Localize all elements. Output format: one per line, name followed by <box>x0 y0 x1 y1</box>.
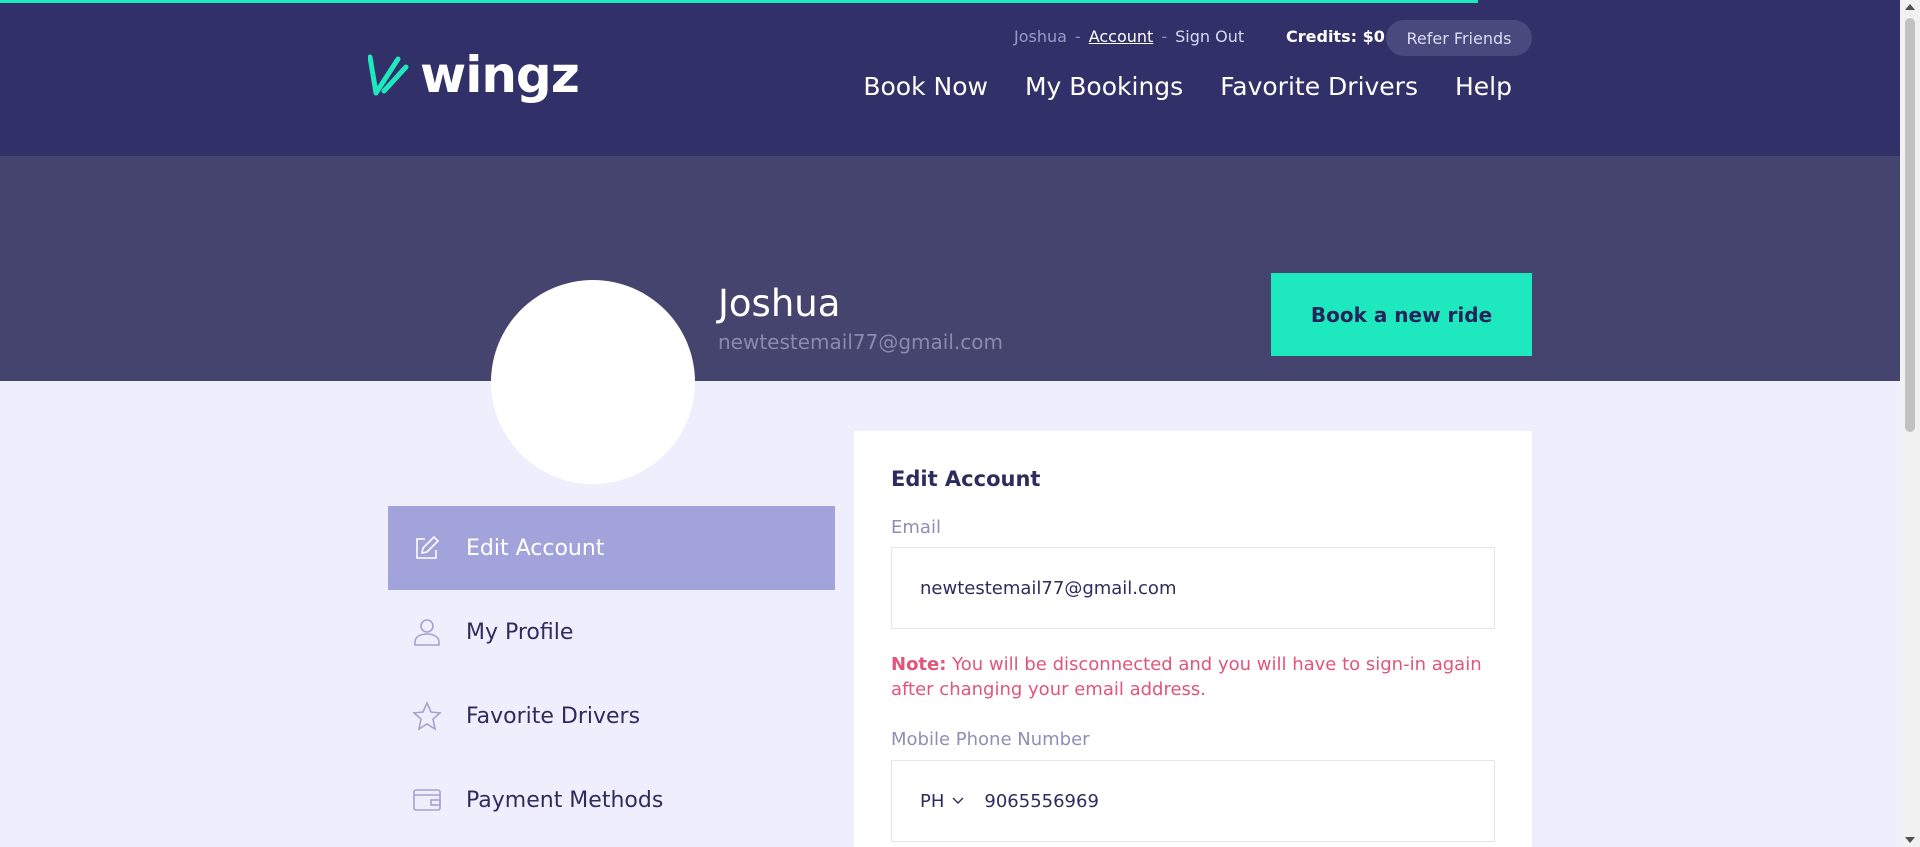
scroll-down-arrow-icon[interactable] <box>1905 837 1915 843</box>
edit-account-panel: Edit Account Email newtestemail77@gmail.… <box>854 431 1532 847</box>
account-side-menu: Edit Account My Profile Favorite Drivers… <box>388 506 835 842</box>
side-menu-label: My Profile <box>466 619 574 645</box>
wingz-logo[interactable]: wingz <box>368 46 580 104</box>
wingz-logo-icon <box>368 54 409 96</box>
email-field[interactable]: newtestemail77@gmail.com <box>891 547 1495 629</box>
account-link[interactable]: Account <box>1089 27 1154 46</box>
panel-title: Edit Account <box>891 467 1041 491</box>
country-code-select[interactable]: PH <box>920 791 964 812</box>
side-menu-favorite-drivers[interactable]: Favorite Drivers <box>388 674 835 758</box>
phone-field[interactable]: PH 9065556969 <box>891 760 1495 842</box>
email-label: Email <box>891 517 941 538</box>
scroll-up-arrow-icon[interactable] <box>1905 4 1915 10</box>
logo-wordmark: wingz <box>420 46 580 104</box>
book-new-ride-button[interactable]: Book a new ride <box>1271 273 1532 356</box>
scrollbar-thumb[interactable] <box>1905 18 1915 432</box>
user-icon <box>412 617 442 647</box>
wallet-icon <box>412 785 442 815</box>
profile-name: Joshua <box>718 282 841 325</box>
side-menu-my-profile[interactable]: My Profile <box>388 590 835 674</box>
page-load-progress-bar <box>0 0 1479 3</box>
side-menu-edit-account[interactable]: Edit Account <box>388 506 835 590</box>
phone-label: Mobile Phone Number <box>891 729 1090 750</box>
nav-favorite-drivers[interactable]: Favorite Drivers <box>1220 72 1418 101</box>
note-prefix: Note: <box>891 654 947 675</box>
edit-icon <box>412 533 442 563</box>
email-value: newtestemail77@gmail.com <box>920 577 1177 599</box>
country-code-value: PH <box>920 790 945 812</box>
separator: - <box>1161 27 1168 46</box>
profile-email: newtestemail77@gmail.com <box>718 330 1003 354</box>
nav-my-bookings[interactable]: My Bookings <box>1025 72 1183 101</box>
main-nav: Book Now My Bookings Favorite Drivers He… <box>863 72 1512 101</box>
avatar[interactable] <box>491 280 695 484</box>
note-text: You will be disconnected and you will ha… <box>891 654 1482 700</box>
sign-out-link[interactable]: Sign Out <box>1175 27 1244 46</box>
side-menu-payment-methods[interactable]: Payment Methods <box>388 758 835 842</box>
credits-label: Credits: $0 <box>1286 27 1385 46</box>
user-nav: Joshua - Account - Sign Out <box>1014 27 1244 46</box>
username-label: Joshua <box>1014 27 1067 46</box>
chevron-down-icon <box>952 797 964 804</box>
refer-friends-button[interactable]: Refer Friends <box>1386 20 1532 56</box>
separator: - <box>1074 27 1081 46</box>
nav-help[interactable]: Help <box>1455 72 1512 101</box>
phone-value: 9065556969 <box>984 790 1099 812</box>
side-menu-label: Edit Account <box>466 535 605 561</box>
star-icon <box>412 701 442 731</box>
page-scrollbar[interactable] <box>1900 0 1920 847</box>
nav-book-now[interactable]: Book Now <box>863 72 988 101</box>
side-menu-label: Favorite Drivers <box>466 703 641 729</box>
email-change-note: Note: You will be disconnected and you w… <box>891 652 1495 702</box>
side-menu-label: Payment Methods <box>466 787 664 813</box>
top-header: wingz Joshua - Account - Sign Out Credit… <box>0 0 1900 156</box>
